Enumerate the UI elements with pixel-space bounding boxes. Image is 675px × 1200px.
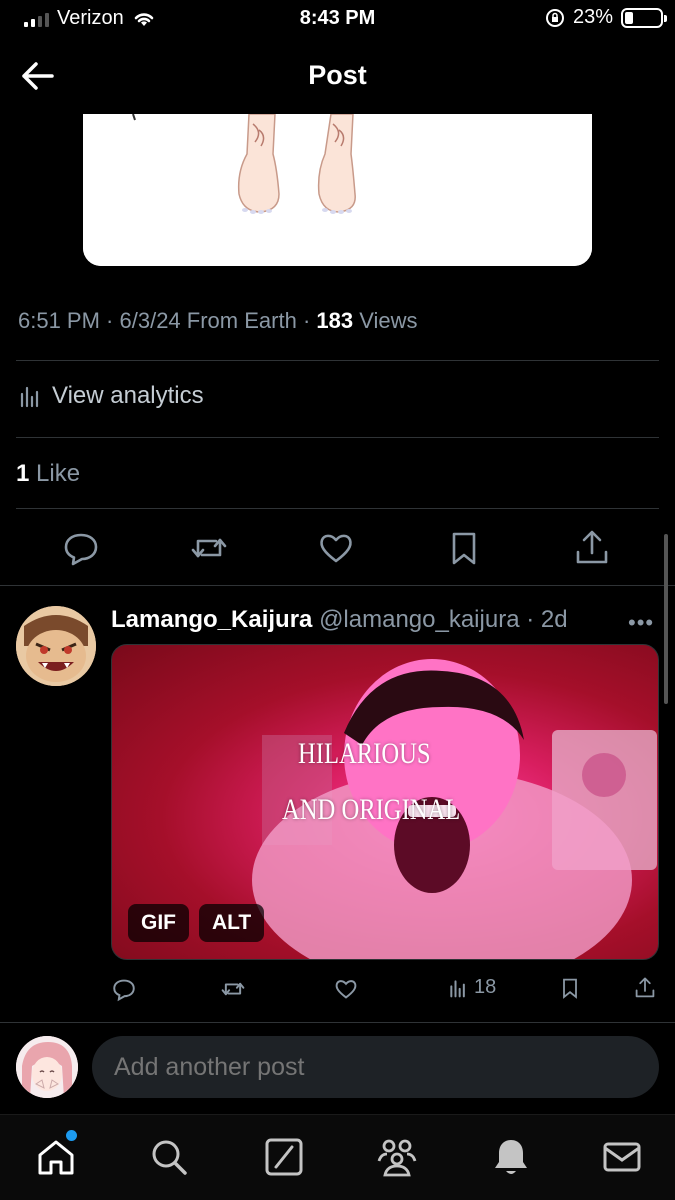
reply-icon xyxy=(113,979,135,1002)
reply-author-avatar-image xyxy=(16,606,96,686)
grok-icon[interactable] xyxy=(262,1135,306,1179)
view-analytics-button[interactable]: View analytics xyxy=(18,382,204,410)
repost-icon[interactable] xyxy=(189,528,229,568)
compose-bar xyxy=(0,1022,675,1114)
post-action-bar xyxy=(0,526,675,570)
reply-gif[interactable]: HILARIOUS AND ORIGINAL GIF ALT xyxy=(111,644,659,960)
reply-author-handle[interactable]: @lamango_kaijura xyxy=(319,606,519,633)
top-bar: Post xyxy=(0,38,675,114)
reply-repost-button[interactable] xyxy=(220,976,246,1002)
reply-author-name[interactable]: Lamango_Kaijura xyxy=(111,606,312,633)
home-icon[interactable] xyxy=(34,1135,78,1179)
share-icon xyxy=(635,977,655,998)
divider xyxy=(16,360,659,361)
likes-label: Like xyxy=(36,460,81,487)
divider xyxy=(0,1022,675,1023)
avatar[interactable] xyxy=(16,606,96,686)
post-date: 6/3/24 xyxy=(119,308,181,333)
views-label: Views xyxy=(359,308,418,333)
divider xyxy=(16,508,659,509)
reply-views-count: 18 xyxy=(474,976,497,998)
gif-badge: GIF xyxy=(128,904,189,942)
post-media[interactable] xyxy=(83,114,592,266)
alt-badge[interactable]: ALT xyxy=(199,904,265,942)
gif-caption-line2: AND ORIGINAL xyxy=(282,793,461,826)
search-icon[interactable] xyxy=(147,1135,191,1179)
battery-fill xyxy=(625,11,633,24)
reply-like-button[interactable] xyxy=(333,976,359,1002)
add-post-input[interactable] xyxy=(92,1036,659,1098)
reply-header: Lamango_Kaijura @lamango_kaijura · 2d xyxy=(111,606,568,633)
bookmark-icon[interactable] xyxy=(444,528,484,568)
more-options-icon[interactable]: ••• xyxy=(628,610,654,636)
orientation-lock-icon xyxy=(545,8,564,27)
status-bar: Verizon 8:43 PM 23% xyxy=(0,0,675,38)
divider xyxy=(16,437,659,438)
messages-icon[interactable] xyxy=(600,1135,644,1179)
likes-summary[interactable]: 1 Like xyxy=(16,460,80,488)
page-title: Post xyxy=(308,60,367,90)
post-metadata: 6:51 PM · 6/3/24 From Earth · 183 Views xyxy=(18,308,418,333)
repost-icon xyxy=(221,982,245,996)
reply-bookmark-button[interactable] xyxy=(558,976,582,1000)
reply-views-button[interactable]: 18 xyxy=(448,976,496,999)
notification-dot xyxy=(66,1130,77,1141)
heart-icon[interactable] xyxy=(316,528,356,568)
analytics-label: View analytics xyxy=(52,382,204,409)
notifications-icon[interactable] xyxy=(489,1135,533,1179)
gif-caption-line1: HILARIOUS xyxy=(298,737,431,770)
analytics-icon xyxy=(20,386,39,408)
battery-icon xyxy=(621,7,667,28)
reply-icon[interactable] xyxy=(61,528,101,568)
reply-age: 2d xyxy=(540,606,568,633)
views-count: 183 xyxy=(316,308,354,333)
battery-percent: 23% xyxy=(572,6,613,28)
post-time: 6:51 PM xyxy=(18,308,100,333)
bookmark-icon xyxy=(563,978,577,999)
section-divider xyxy=(0,585,675,586)
share-icon[interactable] xyxy=(572,528,612,568)
communities-icon[interactable] xyxy=(375,1135,419,1179)
bottom-tab-bar xyxy=(0,1114,675,1200)
avatar[interactable] xyxy=(16,1036,78,1098)
drawing-feet-image xyxy=(83,114,592,266)
heart-icon xyxy=(335,980,357,999)
scrollbar[interactable] xyxy=(664,534,668,704)
status-right: 23% xyxy=(545,6,667,29)
post-source: From Earth xyxy=(186,308,297,333)
reply-reply-button[interactable] xyxy=(111,976,137,1002)
likes-count: 1 xyxy=(16,460,30,487)
reply-share-button[interactable] xyxy=(633,976,657,1000)
reply-action-bar: 18 xyxy=(111,976,659,1006)
analytics-icon xyxy=(450,979,465,997)
user-avatar-image xyxy=(16,1036,78,1098)
